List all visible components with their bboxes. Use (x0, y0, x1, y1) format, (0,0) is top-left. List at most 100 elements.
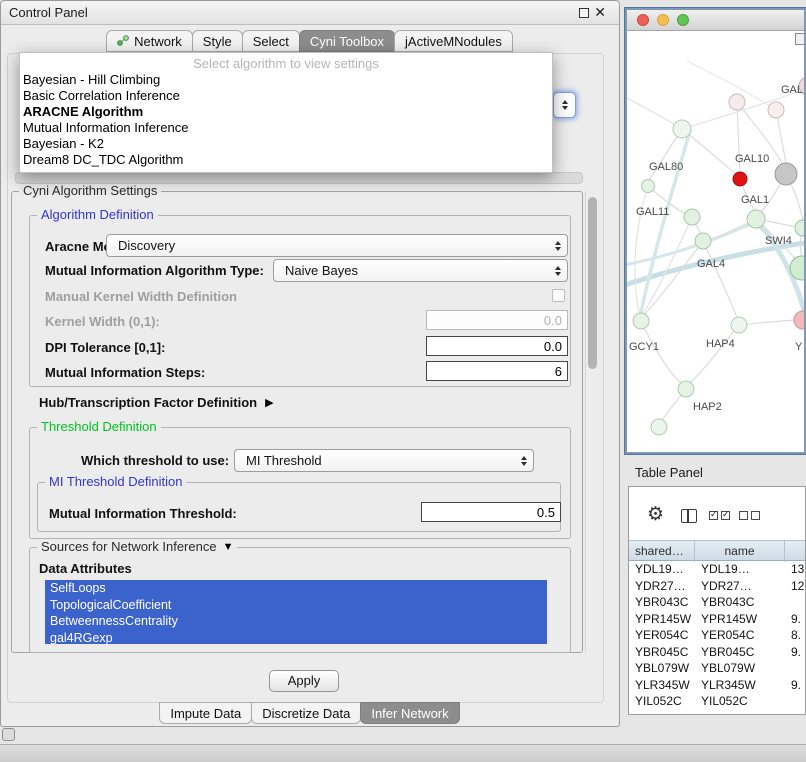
network-node[interactable] (795, 220, 804, 236)
network-node[interactable] (747, 210, 765, 228)
kernel-width-label: Kernel Width (0,1): (45, 314, 160, 329)
tab-label: Infer Network (371, 706, 448, 721)
tab-label: Network (134, 34, 182, 49)
network-node[interactable] (729, 94, 745, 110)
table-panel-window: ⚙ shared…name YDL19…YDL19…13YDR27…YDR27…… (628, 486, 806, 715)
mi-threshold-group-title: MI Threshold Definition (45, 474, 186, 489)
header-cell[interactable]: name (695, 541, 785, 562)
which-threshold-value: MI Threshold (246, 453, 322, 468)
close-traffic-light[interactable] (637, 14, 649, 26)
mi-algorithm-type-label: Mutual Information Algorithm Type: (45, 263, 264, 278)
table-row[interactable]: YBR045CYBR045C9. (629, 644, 806, 661)
combo-arrows-icon (555, 266, 561, 276)
mi-threshold-input[interactable] (421, 502, 561, 522)
mi-algorithm-type-combobox[interactable]: Naive Bayes (273, 259, 568, 282)
tab-select[interactable]: Select (242, 30, 300, 52)
manual-kernel-width-checkbox[interactable] (552, 289, 565, 302)
table-row[interactable]: YLR345WYLR345W9. (629, 677, 806, 694)
node-label: GAL (781, 84, 803, 96)
attribute-list-item[interactable]: TopologicalCoefficient (45, 597, 547, 614)
sources-expander[interactable]: Sources for Network Inference ▼ (37, 539, 237, 554)
control-panel-window: Control Panel ✕ Network Style SelectCyni T… (0, 0, 620, 727)
network-node[interactable] (678, 381, 694, 397)
header-cell[interactable] (785, 541, 806, 562)
tab-cyni-toolbox[interactable]: Cyni Toolbox (299, 30, 395, 52)
table-row[interactable]: YIL052CYIL052C (629, 693, 806, 710)
network-node[interactable] (768, 102, 784, 118)
network-node[interactable] (642, 180, 655, 193)
settings-group-title: Cyni Algorithm Settings (19, 183, 161, 198)
table-cell: YLR345W (695, 677, 785, 694)
checked-boxes-icon[interactable] (709, 511, 730, 520)
combo-arrows-icon (521, 456, 527, 466)
network-node[interactable] (794, 311, 804, 329)
attribute-list-item[interactable]: gal4RGexp (45, 630, 547, 645)
table-row[interactable]: YER054CYER054C8. (629, 627, 806, 644)
table-panel-title: Table Panel (635, 465, 703, 480)
network-node[interactable] (633, 313, 649, 329)
bottom-tab-discretize-data[interactable]: Discretize Data (251, 702, 361, 724)
network-edge (703, 241, 737, 318)
algorithm-option[interactable]: Dream8 DC_TDC Algorithm (20, 152, 552, 168)
zoom-traffic-light[interactable] (677, 14, 689, 26)
bottom-tab-infer-network[interactable]: Infer Network (360, 702, 459, 724)
network-canvas[interactable]: GAL80GAL10GALGAL11GAL1SWI4GAL4GCY1HAP4HA… (627, 31, 804, 452)
aracne-mode-value: Discovery (118, 238, 175, 253)
aracne-mode-combobox[interactable]: Discovery (106, 234, 568, 257)
attribute-list-item[interactable]: SelfLoops (45, 580, 547, 597)
tab-style[interactable]: Style (192, 30, 243, 52)
minimize-traffic-light[interactable] (657, 14, 669, 26)
algorithm-option[interactable]: Bayesian - K2 (20, 136, 552, 152)
network-edge (690, 325, 739, 383)
attribute-list-item[interactable]: BetweennessCentrality (45, 613, 547, 630)
algorithm-option[interactable]: Basic Correlation Inference (20, 88, 552, 104)
hub-expander[interactable]: Hub/Transcription Factor Definition ▶ (39, 395, 274, 410)
scrollbar-thumb[interactable] (588, 197, 597, 369)
float-window-button[interactable] (579, 8, 589, 18)
table-row[interactable]: YBR043CYBR043C (629, 594, 806, 611)
mi-steps-input[interactable] (426, 361, 568, 381)
window-title: Control Panel (9, 5, 88, 20)
tab-label: jActiveMNodules (405, 34, 502, 49)
unchecked-boxes-icon[interactable] (739, 511, 760, 520)
bottom-tab-impute-data[interactable]: Impute Data (159, 702, 252, 724)
network-node[interactable] (733, 172, 747, 186)
table-row[interactable]: YPR145WYPR145W9. (629, 611, 806, 628)
tab-jactivemnodules[interactable]: jActiveMNodules (394, 30, 513, 52)
algorithm-option[interactable]: ARACNE Algorithm (20, 104, 552, 120)
tab-label: Style (203, 34, 232, 49)
tab-network[interactable]: Network (106, 30, 193, 52)
table-cell (785, 693, 806, 710)
which-threshold-combobox[interactable]: MI Threshold (234, 449, 534, 472)
apply-button[interactable]: Apply (269, 670, 339, 692)
top-tab-bar: Network Style SelectCyni Toolbox jActiveMNo… (1, 30, 619, 52)
network-node[interactable] (684, 209, 700, 225)
network-node[interactable] (731, 317, 747, 333)
algorithm-definition-title: Algorithm Definition (37, 207, 158, 222)
dpi-tolerance-input[interactable] (426, 336, 568, 356)
gear-icon[interactable]: ⚙ (647, 505, 664, 524)
node-label: GCY1 (629, 341, 659, 353)
close-button[interactable]: ✕ (594, 4, 606, 21)
bottom-tab-bar: Impute DataDiscretize Data Infer Network (1, 702, 619, 724)
table-row[interactable]: YDR27…YDR27…12 (629, 578, 806, 595)
birdseye-widget[interactable] (795, 33, 804, 45)
table-cell: YDL19… (629, 561, 695, 578)
collapsed-panel-icon[interactable] (2, 728, 15, 741)
table-row[interactable]: YBL079WYBL079W (629, 660, 806, 677)
columns-icon[interactable] (681, 509, 697, 523)
algorithm-option[interactable]: Bayesian - Hill Climbing (20, 72, 552, 88)
node-label: SWI4 (765, 235, 792, 247)
table-row[interactable]: YDL19…YDL19…13 (629, 561, 806, 578)
network-node[interactable] (695, 233, 711, 249)
network-node[interactable] (673, 120, 691, 138)
network-node[interactable] (775, 163, 797, 185)
kernel-width-input[interactable] (426, 310, 568, 330)
node-label: HAP4 (706, 338, 735, 350)
settings-scrollbar[interactable] (585, 191, 598, 653)
algorithm-combobox-fragment[interactable] (553, 92, 576, 118)
header-cell[interactable]: shared… (629, 541, 695, 562)
table-header: shared…name (629, 540, 806, 561)
algorithm-option[interactable]: Mutual Information Inference (20, 120, 552, 136)
network-node[interactable] (651, 419, 667, 435)
